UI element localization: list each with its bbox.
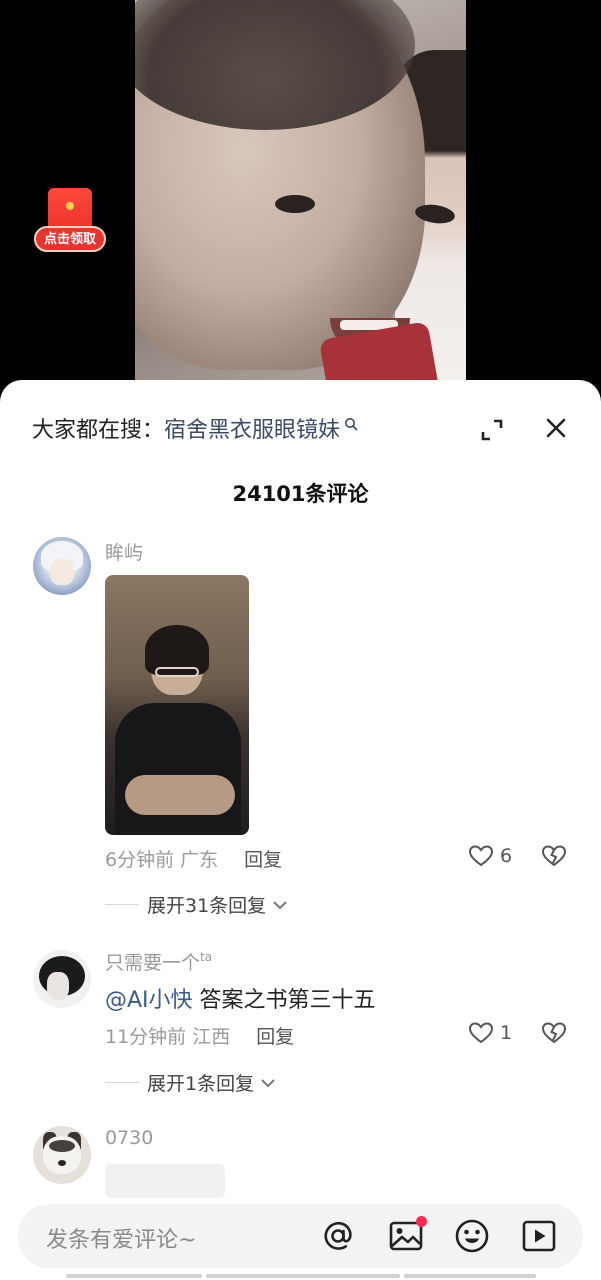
comment-username[interactable]: 只需要一个ta	[105, 948, 212, 975]
divider	[105, 1082, 139, 1083]
video-frame	[135, 0, 466, 400]
divider	[105, 904, 139, 905]
emoji-icon[interactable]	[454, 1218, 490, 1254]
comment-username[interactable]: 0730	[105, 1127, 153, 1149]
heart-icon	[468, 1022, 494, 1044]
expand-replies-label: 展开1条回复	[147, 1073, 255, 1095]
image-body	[115, 703, 241, 835]
broken-heart-icon[interactable]	[541, 1021, 567, 1045]
close-icon[interactable]	[544, 416, 568, 440]
broken-heart-icon[interactable]	[541, 844, 567, 868]
video-eye-left	[275, 195, 315, 213]
search-suggestion[interactable]: 大家都在搜： 宿舍黑衣服眼镜妹	[32, 413, 358, 443]
username-suffix: ta	[200, 950, 213, 964]
like-count: 6	[500, 845, 513, 867]
comment-meta: 11分钟前 江西 回复	[105, 1022, 294, 1049]
home-indicator	[66, 1274, 202, 1278]
at-icon[interactable]	[320, 1218, 356, 1254]
avatar-dog-nose	[58, 1160, 66, 1166]
reply-button[interactable]: 回复	[244, 845, 282, 872]
avatar[interactable]	[33, 1126, 91, 1184]
comment-region: 广东	[180, 849, 219, 871]
red-packet-label: 点击领取	[34, 226, 106, 252]
chevron-down-icon	[261, 1078, 275, 1087]
comment-username[interactable]: 眸屿	[105, 538, 143, 565]
avatar-face	[47, 972, 69, 1000]
search-prefix: 大家都在搜：	[32, 418, 165, 443]
comment-input-bar: 发条有爱评论~	[18, 1204, 583, 1268]
comment-input[interactable]: 发条有爱评论~	[46, 1222, 196, 1254]
image-hands	[125, 775, 235, 815]
comment-time: 11分钟前	[105, 1026, 187, 1048]
expand-replies-label: 展开31条回复	[147, 895, 267, 917]
home-indicator	[206, 1274, 400, 1278]
video-icon[interactable]	[521, 1218, 557, 1254]
mention-link[interactable]: @AI小快	[105, 988, 193, 1013]
like-button[interactable]: 6	[468, 844, 512, 868]
expand-icon[interactable]	[480, 418, 504, 442]
search-term-link[interactable]: 宿舍黑衣服眼镜妹	[164, 412, 340, 444]
like-button[interactable]: 1	[468, 1021, 512, 1045]
comment-time: 6分钟前	[105, 849, 175, 871]
comment-text: @AI小快 答案之书第三十五	[105, 982, 376, 1014]
comment-loading-placeholder	[105, 1164, 225, 1198]
comment-username-text: 只需要一个	[105, 952, 201, 974]
comment-meta: 6分钟前 广东 回复	[105, 845, 282, 872]
expand-replies-button[interactable]: 展开31条回复	[105, 891, 288, 918]
avatar-dog-mask	[49, 1140, 75, 1152]
image-glasses	[155, 667, 199, 677]
heart-icon	[468, 845, 494, 867]
comment-image[interactable]	[105, 575, 249, 835]
home-indicator	[404, 1274, 536, 1278]
notification-dot	[416, 1216, 427, 1227]
avatar[interactable]	[33, 537, 91, 595]
comment-region: 江西	[192, 1026, 231, 1048]
reply-button[interactable]: 回复	[256, 1022, 294, 1049]
expand-replies-button[interactable]: 展开1条回复	[105, 1069, 276, 1096]
avatar[interactable]	[33, 950, 91, 1008]
chevron-down-icon	[273, 900, 287, 909]
comment-count: 24101条评论	[232, 482, 369, 506]
comment-body: 答案之书第三十五	[192, 988, 376, 1013]
avatar-face	[50, 559, 74, 585]
red-packet-button[interactable]: 点击领取	[34, 188, 106, 256]
search-icon	[345, 418, 358, 431]
video-player[interactable]: 点击领取	[0, 0, 601, 400]
comment-sheet: 大家都在搜： 宿舍黑衣服眼镜妹 24101条评论 眸屿 6分钟前 广东 回复 6…	[0, 380, 601, 1280]
like-count: 1	[500, 1022, 513, 1044]
